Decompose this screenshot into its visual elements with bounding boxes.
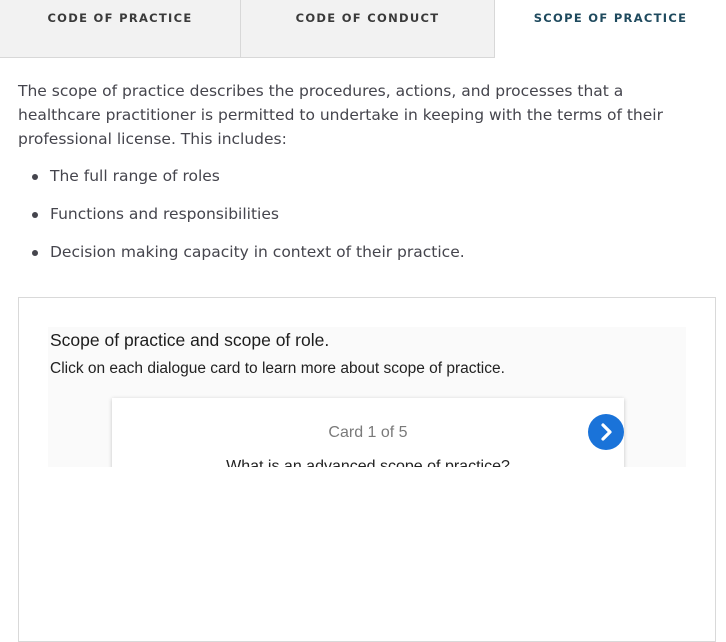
chevron-right-icon — [601, 423, 612, 441]
bullet-icon — [32, 174, 38, 180]
card-counter: Card 1 of 5 — [328, 424, 408, 441]
widget-title: Scope of practice and scope of role. — [50, 330, 330, 350]
dialogue-card-widget: Scope of practice and scope of role. Cli… — [48, 327, 686, 467]
list-item: Decision making capacity in context of t… — [18, 240, 465, 278]
list-item-text: The full range of roles — [50, 167, 220, 185]
card-question: What is an advanced scope of practice? — [226, 458, 510, 467]
dialogue-card[interactable]: Card 1 of 5 What is an advanced scope of… — [112, 398, 624, 467]
bullet-icon — [32, 212, 38, 218]
list-item: Functions and responsibilities — [18, 202, 465, 240]
tab-code-of-conduct[interactable]: CODE OF CONDUCT — [240, 0, 495, 58]
tab-bar: CODE OF PRACTICE CODE OF CONDUCT SCOPE O… — [0, 0, 726, 59]
next-card-button[interactable] — [588, 414, 624, 450]
tab-label: SCOPE OF PRACTICE — [533, 11, 688, 25]
bullet-icon — [32, 250, 38, 256]
list-item-text: Decision making capacity in context of t… — [50, 243, 465, 261]
intro-paragraph: The scope of practice describes the proc… — [18, 82, 663, 148]
tab-label: CODE OF PRACTICE — [47, 11, 193, 25]
tab-scope-of-practice[interactable]: SCOPE OF PRACTICE — [495, 0, 726, 58]
scope-list: The full range of roles Functions and re… — [18, 164, 465, 278]
tab-label: CODE OF CONDUCT — [295, 11, 440, 25]
list-item: The full range of roles — [18, 164, 465, 202]
interactive-embed: Scope of practice and scope of role. Cli… — [18, 297, 716, 642]
tab-code-of-practice[interactable]: CODE OF PRACTICE — [0, 0, 240, 58]
widget-instructions: Click on each dialogue card to learn mor… — [50, 360, 505, 377]
list-item-text: Functions and responsibilities — [50, 205, 279, 223]
